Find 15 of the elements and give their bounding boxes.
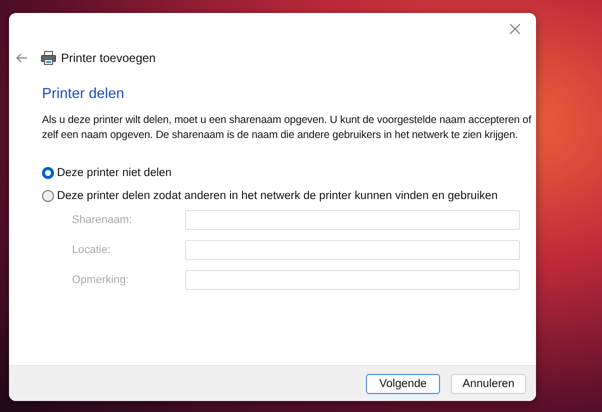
radio-button[interactable] [42,190,54,202]
description-text: Als u deze printer wilt delen, moet u een sharenaam opgeven. U kunt de voorgestelde naam accepteren of zelf een naam opgeven. De sharenaam is de naam die andere gebruikers in het netwerk te zien krijgen. [42,113,532,143]
radio-button[interactable] [42,167,54,179]
radio-label[interactable]: Deze printer niet delen [57,167,172,179]
next-button[interactable]: Volgende [366,374,440,394]
cancel-button[interactable]: Annuleren [451,374,526,394]
back-arrow-icon[interactable] [16,53,28,63]
field-label: Locatie: [72,244,112,256]
radio-label[interactable]: Deze printer delen zodat anderen in het netwerk de printer kunnen vinden en gebruiken [57,190,498,202]
close-icon [510,24,520,34]
field-label: Sharenaam: [72,214,133,226]
window-title: Printer toevoegen [61,51,156,65]
field-label: Opmerking: [72,274,130,286]
page-heading: Printer delen [42,86,126,102]
printer-icon [41,51,56,65]
